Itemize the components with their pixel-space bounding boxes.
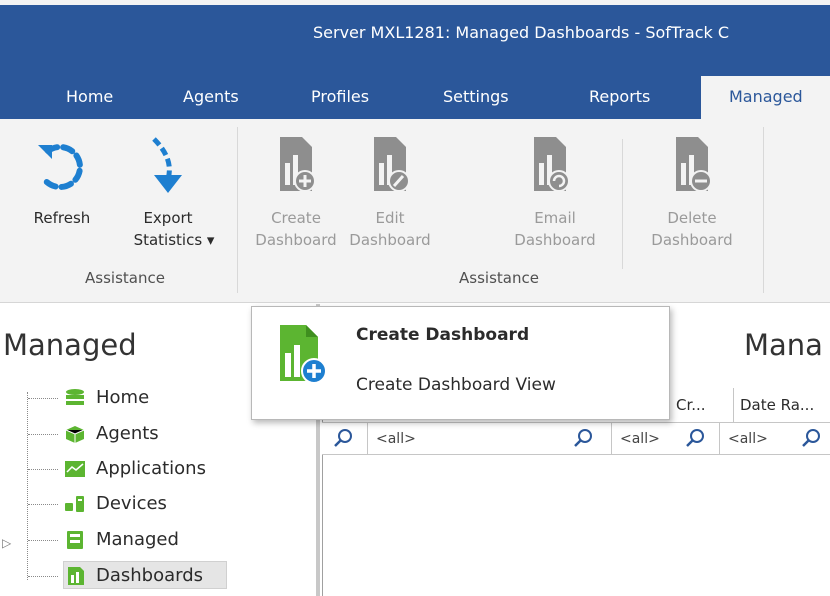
export-icon <box>152 137 182 193</box>
group-label-assistance-2: Assistance <box>459 269 539 287</box>
column-header-date-range[interactable]: Date Ra... <box>734 388 830 422</box>
search-icon[interactable] <box>572 427 594 449</box>
expand-arrow-icon[interactable]: ▷ <box>2 536 11 550</box>
devices-icon <box>65 496 84 512</box>
tree-guide-line <box>27 392 28 580</box>
group-label-assistance-1: Assistance <box>85 269 165 287</box>
create-dashboard-icon <box>280 137 316 192</box>
refresh-icon <box>38 144 83 190</box>
refresh-button[interactable]: Refresh <box>18 131 106 261</box>
create-dashboard-button[interactable]: Create Dashboard <box>250 131 342 261</box>
ribbon: Refresh Export Statistics ▾ Assistance C… <box>0 119 830 303</box>
filter-cell[interactable]: <all> <box>368 423 612 455</box>
edit-dashboard-icon <box>374 137 410 192</box>
create-dashboard-menu: Create Dashboard Create Dashboard View <box>251 306 670 420</box>
tree-guide-line <box>28 540 58 541</box>
database-icon <box>66 389 84 405</box>
tab-agents[interactable]: Agents <box>183 76 239 119</box>
email-dashboard-icon <box>534 137 570 192</box>
dashboard-icon <box>68 567 84 585</box>
applications-icon <box>65 461 85 477</box>
filter-value: <all> <box>728 431 768 447</box>
main-title: Mana <box>744 328 823 362</box>
cube-icon <box>65 426 85 443</box>
edit-dashboard-button[interactable]: Edit Dashboard <box>344 131 436 261</box>
tree-guide-line <box>28 469 58 470</box>
export-statistics-button[interactable]: Export Statistics ▾ <box>108 131 228 261</box>
tree-guide-line <box>28 504 58 505</box>
tab-managed[interactable]: Managed <box>701 76 830 119</box>
panel-title: Managed <box>3 328 137 362</box>
tab-reports[interactable]: Reports <box>589 76 650 119</box>
ribbon-separator <box>622 139 623 269</box>
title-bar: Server MXL1281: Managed Dashboards - Sof… <box>0 0 830 76</box>
tree-guide-line <box>28 576 58 577</box>
delete-dashboard-button[interactable]: Delete Dashboard <box>630 131 754 261</box>
tab-settings[interactable]: Settings <box>443 76 509 119</box>
ribbon-separator <box>763 127 764 293</box>
filter-search-cell[interactable] <box>322 423 368 455</box>
menu-item-create-dashboard[interactable]: Create Dashboard <box>356 325 529 345</box>
tree-guide-line <box>28 434 58 435</box>
managed-icon <box>67 531 83 549</box>
tree-guide-line <box>28 398 58 399</box>
search-icon <box>334 429 352 447</box>
filter-cell[interactable]: <all> <box>720 423 830 455</box>
email-dashboard-button[interactable]: Email Dashboard <box>498 131 612 261</box>
tree-item-dashboards[interactable]: Dashboards <box>63 561 227 589</box>
search-icon[interactable] <box>800 427 822 449</box>
filter-row: <all> <all> <all> <box>322 422 830 455</box>
ribbon-tabs: Home Agents Profiles Settings Reports Ma… <box>0 76 830 119</box>
filter-value: <all> <box>620 431 660 447</box>
create-dashboard-icon <box>280 325 327 384</box>
tab-profiles[interactable]: Profiles <box>311 76 369 119</box>
menu-item-create-dashboard-view[interactable]: Create Dashboard View <box>356 375 556 395</box>
delete-dashboard-icon <box>676 137 712 192</box>
search-icon[interactable] <box>684 427 706 449</box>
filter-value: <all> <box>376 431 416 447</box>
column-header-cr[interactable]: Cr... <box>670 388 734 422</box>
ribbon-separator <box>237 127 238 293</box>
tab-home[interactable]: Home <box>66 76 113 119</box>
window-title: Server MXL1281: Managed Dashboards - Sof… <box>313 23 730 42</box>
filter-cell[interactable]: <all> <box>612 423 720 455</box>
